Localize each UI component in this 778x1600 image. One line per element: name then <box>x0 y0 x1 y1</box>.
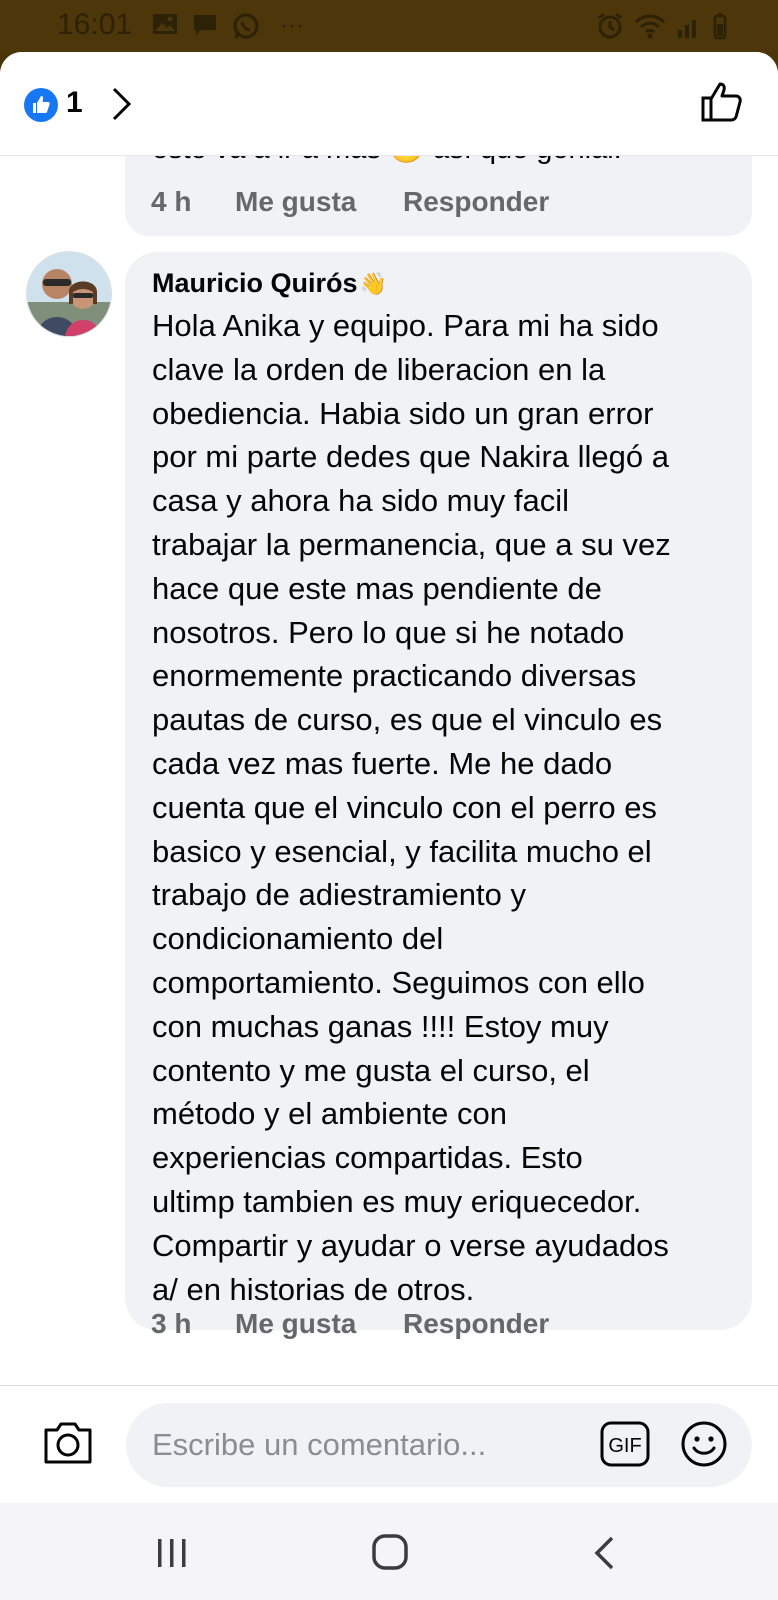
comment-text-line: enormemente practicando diversas <box>152 658 637 694</box>
waving-hand-icon: 👋 <box>359 270 387 296</box>
gif-icon[interactable]: GIF <box>600 1421 650 1467</box>
comment-time: 3 h <box>151 1308 192 1339</box>
comments-sheet: esto va a ir a más 😊 así que genial. 4 h… <box>0 52 778 1600</box>
home-icon[interactable] <box>371 1533 409 1571</box>
comment-text-line: con muchas ganas !!!! Estoy muy <box>152 1008 609 1044</box>
previous-like-button[interactable]: Me gusta <box>235 186 403 218</box>
reactions-header: 1 <box>0 52 778 156</box>
thumbs-up-icon[interactable] <box>700 80 744 124</box>
previous-comment-actions: 4 h Me gusta Responder <box>151 186 549 218</box>
comment-input[interactable] <box>126 1403 752 1487</box>
previous-comment-time: 4 h <box>151 186 192 217</box>
signal-icon <box>678 20 696 38</box>
android-nav-bar <box>0 1503 778 1600</box>
comment-text-line: a/ en historias de otros. <box>152 1271 475 1307</box>
system-icons <box>596 12 728 40</box>
reply-button[interactable]: Responder <box>403 1308 549 1340</box>
comment-text-line: hace que este mas pendiente de <box>152 570 602 606</box>
recent-apps-icon[interactable] <box>154 1537 190 1569</box>
alarm-icon <box>598 12 622 39</box>
comment-text-line: clave la orden de liberacion en la <box>152 351 606 387</box>
comment-text-line: Compartir y ayudar o verse ayudados <box>152 1227 669 1263</box>
comment-text-line: comportamiento. Seguimos con ello <box>152 964 645 1000</box>
comment-text-line: contento y me gusta el curso, el <box>152 1052 590 1088</box>
gif-label: GIF <box>608 1435 641 1457</box>
reaction-count[interactable]: 1 <box>66 86 83 120</box>
notification-icons: ··· <box>152 12 304 40</box>
chevron-right-icon[interactable] <box>110 86 134 122</box>
comment-text-line: ultimp tambien es muy eriquecedor. <box>152 1183 642 1219</box>
comment-text-line: cuenta que el vinculo con el perro es <box>152 789 657 825</box>
comment-text-line: método y el ambiente con <box>152 1096 507 1132</box>
comment-text: Hola Anika y equipo. Para mi ha sido clav… <box>152 304 742 1311</box>
message-icon <box>194 15 216 35</box>
back-icon[interactable] <box>593 1535 617 1571</box>
comment-text-line: trabajo de adiestramiento y <box>152 877 526 913</box>
gallery-icon <box>153 14 177 34</box>
comment-composer: GIF <box>0 1385 778 1503</box>
camera-icon[interactable] <box>42 1420 94 1466</box>
avatar[interactable] <box>26 251 112 337</box>
comment-text-line: basico y esencial, y facilita mucho el <box>152 833 652 869</box>
comment-text-line: condicionamiento del <box>152 921 444 957</box>
comment-text-line: experiencias compartidas. Esto <box>152 1140 583 1176</box>
like-button[interactable]: Me gusta <box>235 1308 403 1340</box>
battery-icon <box>713 13 727 40</box>
whatsapp-icon <box>233 13 259 39</box>
comment-actions: 3 h Me gusta Responder <box>151 1308 549 1340</box>
previous-reply-button[interactable]: Responder <box>403 186 549 218</box>
comment-author[interactable]: Mauricio Quirós 👋 <box>152 268 387 299</box>
comment-text-line: nosotros. Pero lo que si he notado <box>152 614 625 650</box>
comment-text-line: Hola Anika y equipo. Para mi ha sido <box>152 308 659 343</box>
comment-text-line: casa y ahora ha sido muy facil <box>152 483 569 519</box>
author-name[interactable]: Mauricio Quirós <box>152 268 358 299</box>
status-bar: 16:01 ··· <box>0 0 778 52</box>
emoji-icon[interactable] <box>680 1420 728 1468</box>
comment-text-line: obediencia. Habia sido un gran error <box>152 395 654 431</box>
more-notifications: ··· <box>280 12 304 39</box>
comment-text-line: pautas de curso, es que el vinculo es <box>152 702 663 738</box>
comment-text-line: trabajar la permanencia, que a su vez <box>152 526 671 562</box>
status-time: 16:01 <box>57 8 133 41</box>
comment-text-line: por mi parte dedes que Nakira llegó a <box>152 439 669 475</box>
comment-text-line: cada vez mas fuerte. Me he dado <box>152 745 613 781</box>
wifi-icon <box>634 14 666 39</box>
like-reaction-icon[interactable] <box>24 88 58 122</box>
